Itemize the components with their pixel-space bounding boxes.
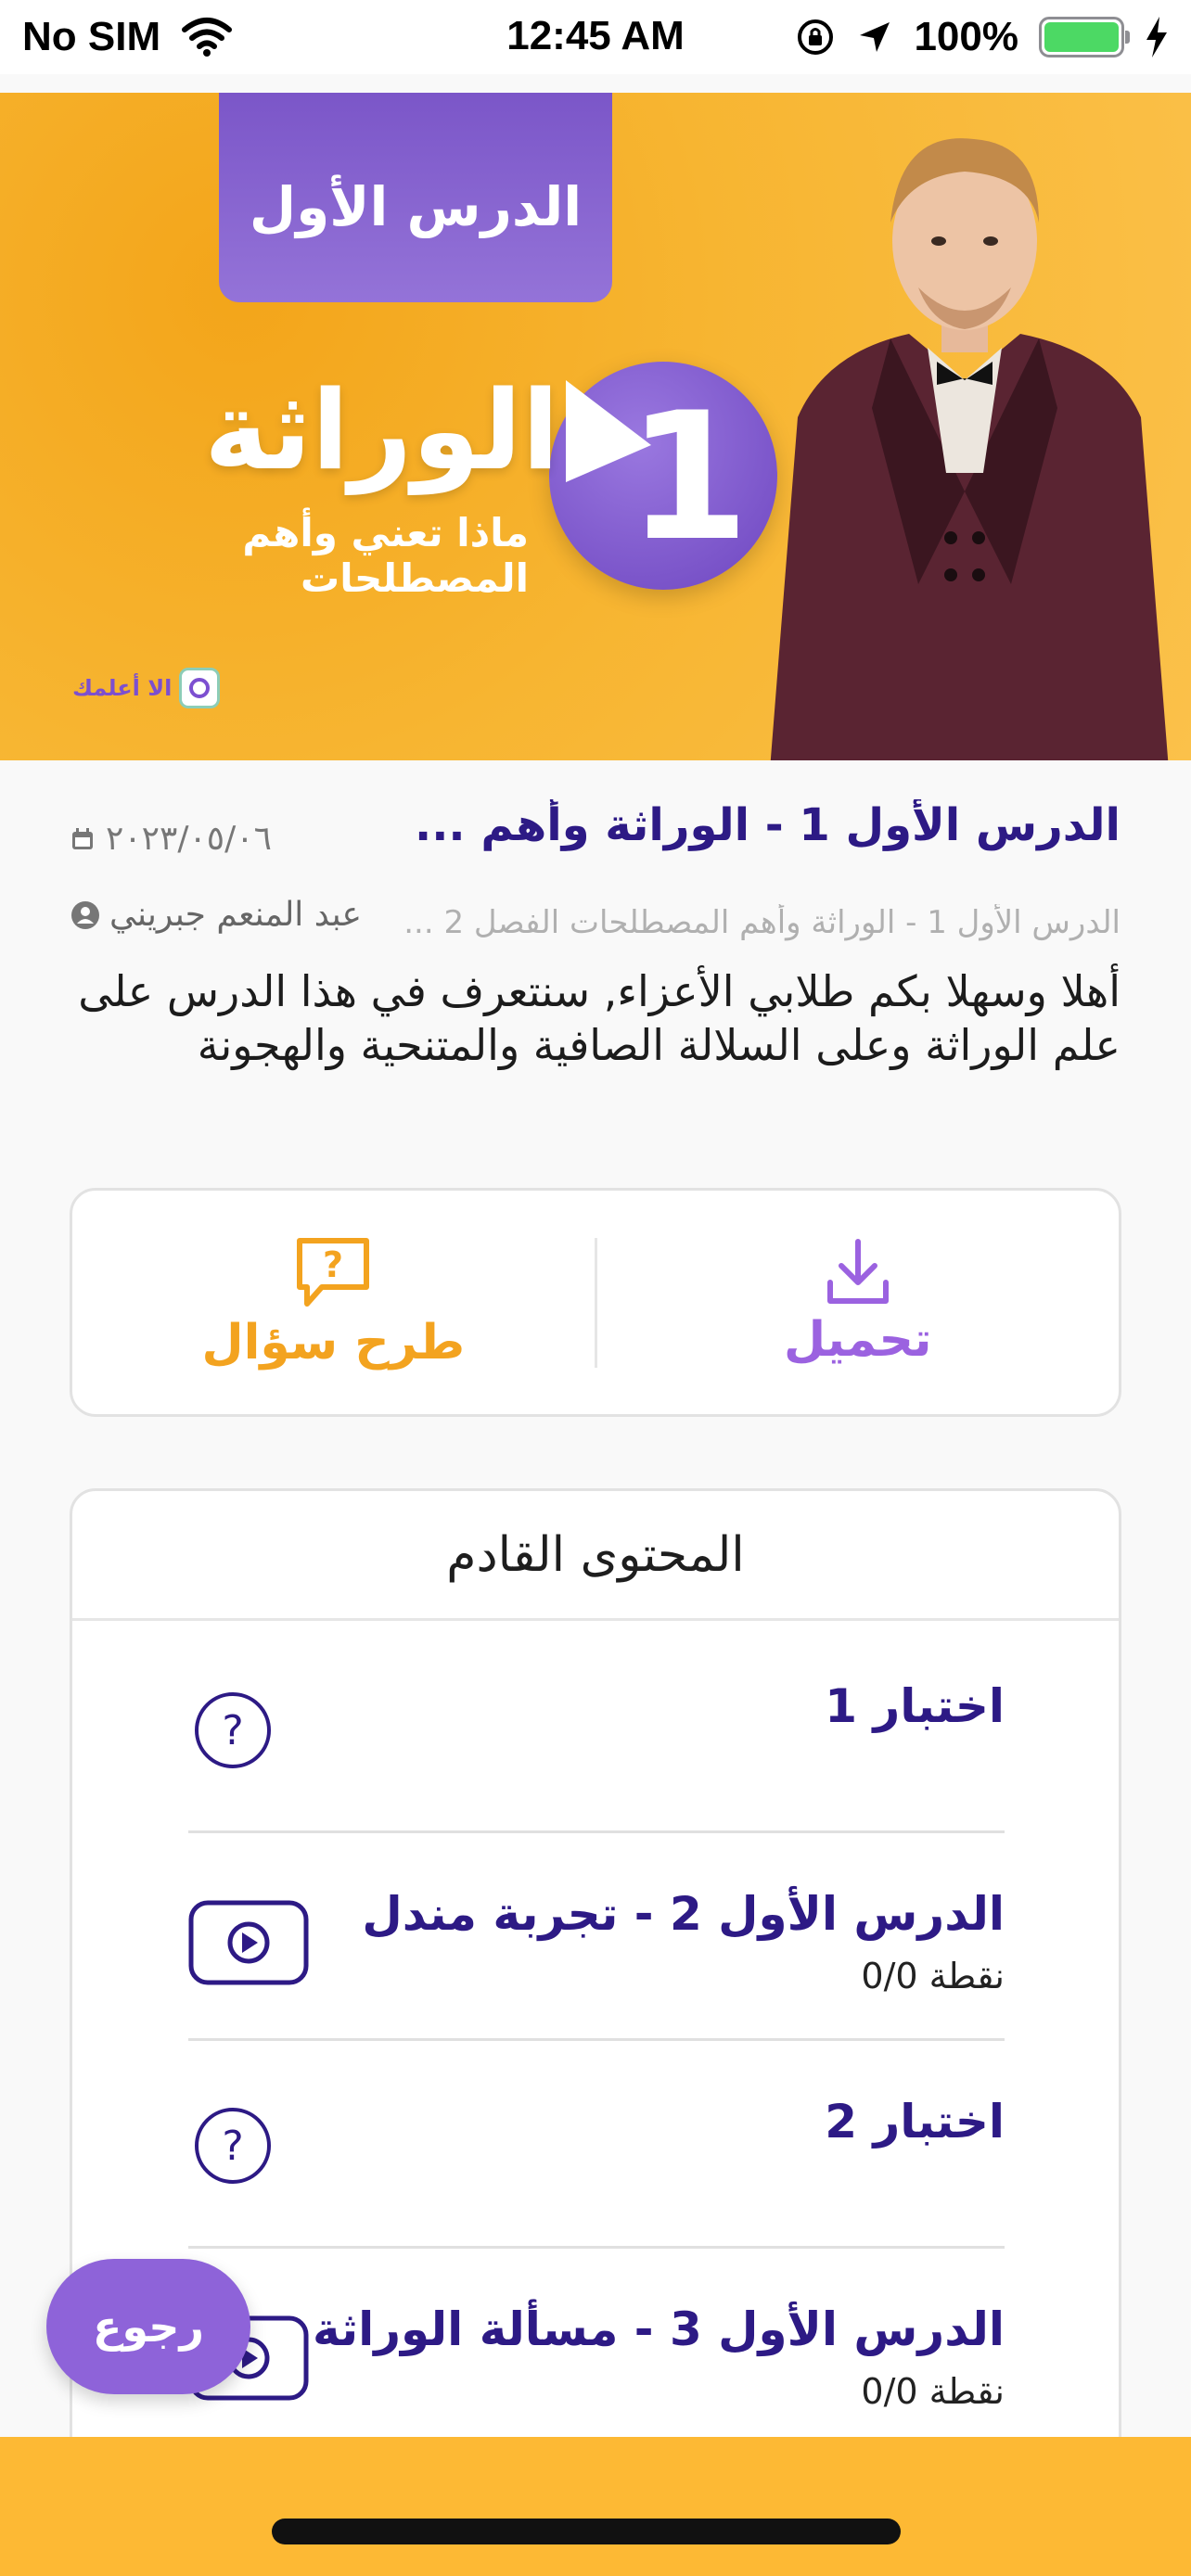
battery-icon — [1039, 17, 1130, 57]
user-icon — [71, 900, 99, 929]
home-indicator[interactable] — [272, 2519, 901, 2544]
back-button[interactable]: رجوع — [46, 2259, 250, 2394]
calendar-icon — [72, 827, 93, 849]
item-title: اختبار 2 — [825, 2095, 1005, 2149]
author-name: عبد المنعم جبريني — [109, 896, 362, 934]
list-item[interactable]: اختبار 1 ? — [188, 1626, 1005, 1833]
status-bar: No SIM 12:45 AM 100% — [0, 0, 1191, 74]
ask-question-button[interactable]: ? طرح سؤال — [72, 1191, 595, 1414]
logo-mark-icon — [179, 668, 221, 708]
wifi-icon — [182, 18, 233, 57]
charging-bolt-icon — [1146, 17, 1167, 57]
question-icon: ? — [195, 2108, 271, 2184]
svg-text:?: ? — [323, 1244, 343, 1285]
ask-question-label: طرح سؤال — [201, 1314, 466, 1371]
status-left: No SIM — [22, 14, 233, 60]
lesson-author: عبد المنعم جبريني — [70, 896, 362, 934]
lesson-number-text: 1 — [627, 375, 749, 580]
item-points: 0/0 نقطة — [861, 2371, 1005, 2412]
upcoming-content-card: المحتوى القادم اختبار 1 ? الدرس الأول 2 … — [70, 1488, 1121, 2576]
question-bubble-icon: ? — [297, 1237, 370, 1307]
download-label: تحميل — [783, 1311, 932, 1368]
lesson-description: أهلا وسهلا بكم طلابي الأعزاء, سنتعرف في … — [78, 966, 1121, 1070]
video-icon — [188, 1900, 309, 1985]
play-number-icon: 1 — [566, 375, 749, 580]
lesson-title: الدرس الأول 1 - الوراثة وأهم ... — [416, 799, 1121, 851]
logo-text: الا أعلمك — [72, 675, 173, 701]
download-button[interactable]: تحميل — [597, 1191, 1120, 1414]
banner-tab: الدرس الأول — [219, 93, 612, 302]
carrier-label: No SIM — [22, 14, 161, 59]
item-title: الدرس الأول 3 - مسألة الوراثة — [313, 2302, 1005, 2356]
lesson-number-badge: 1 — [549, 362, 777, 590]
battery-percent: 100% — [914, 14, 1018, 59]
question-icon: ? — [195, 1692, 271, 1768]
item-title: اختبار 1 — [825, 1679, 1005, 1733]
presenter-image — [770, 138, 1169, 760]
svg-text:?: ? — [222, 1707, 243, 1754]
location-icon — [860, 22, 890, 52]
list-item[interactable]: الدرس الأول 2 - تجربة مندل 0/0 نقطة — [188, 1833, 1005, 2041]
banner-title: الوراثة — [204, 366, 559, 494]
download-icon — [826, 1238, 889, 1304]
upcoming-header: المحتوى القادم — [72, 1491, 1119, 1621]
bottom-bar — [0, 2437, 1191, 2576]
breadcrumb: الدرس الأول 1 - الوراثة وأهم المصطلحات ا… — [403, 904, 1121, 941]
orientation-lock-icon — [798, 19, 834, 55]
lesson-banner: الدرس الأول 1 الوراثة ماذا تعني وأهم الم… — [0, 93, 1191, 760]
app-logo: الا أعلمك — [72, 668, 221, 708]
lesson-date-text: ٢٠٢٣/٠٥/٠٦ — [106, 820, 272, 858]
svg-text:?: ? — [222, 2123, 243, 2170]
action-card: ? طرح سؤال تحميل — [70, 1188, 1121, 1417]
lesson-date: ٢٠٢٣/٠٥/٠٦ — [70, 820, 272, 858]
status-right: 100% — [795, 14, 1169, 60]
list-item[interactable]: اختبار 2 ? — [188, 2041, 1005, 2249]
item-points: 0/0 نقطة — [861, 1956, 1005, 1996]
item-title: الدرس الأول 2 - تجربة مندل — [362, 1887, 1005, 1941]
banner-subtitle: ماذا تعني وأهم المصطلحات — [242, 510, 529, 601]
list-item[interactable]: الدرس الأول 3 - مسألة الوراثة 0/0 نقطة — [188, 2249, 1005, 2456]
